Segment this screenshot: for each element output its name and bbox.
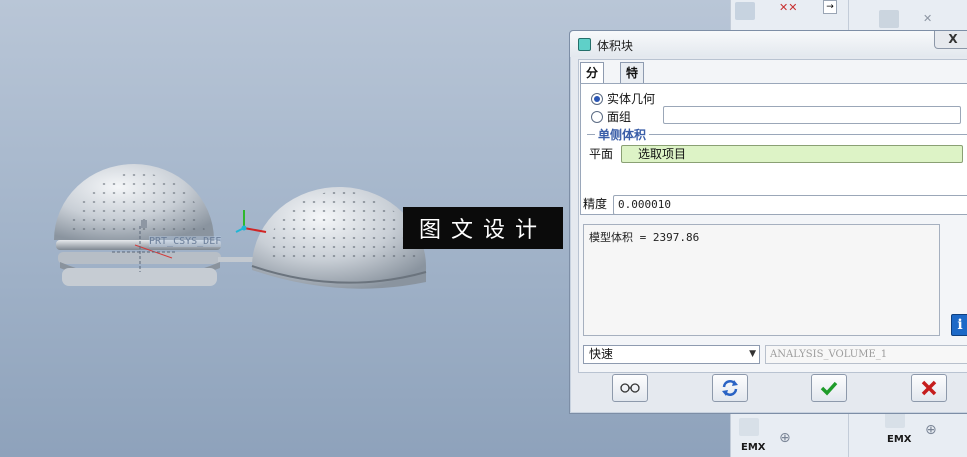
cancel-button[interactable] — [911, 374, 947, 402]
dialog-button-row — [578, 371, 967, 411]
preview-button[interactable] — [612, 374, 648, 402]
repeat-button[interactable] — [712, 374, 748, 402]
axis-icon[interactable]: ✕ — [923, 12, 932, 25]
quilt-field[interactable] — [663, 106, 961, 124]
tab-analysis[interactable]: 分析 — [580, 62, 605, 100]
radio-quilt-row[interactable]: 面组 — [591, 108, 631, 125]
dialog-titlebar[interactable]: 体积块 X — [570, 31, 967, 57]
left-dome-part — [54, 164, 221, 286]
connector-part — [218, 257, 256, 262]
one-sided-volume-group: 单侧体积 平面 选取项目 — [587, 126, 967, 175]
ok-button[interactable] — [811, 374, 847, 402]
right-dome-part — [251, 186, 427, 289]
mode-select-value: 快速 — [589, 347, 614, 361]
chevron-down-icon: ▼ — [749, 349, 756, 359]
radio-quilt-label: 面组 — [607, 110, 632, 124]
datum-icon-2[interactable]: ⊕ — [925, 422, 937, 438]
watermark-banner: 图文设计 — [403, 207, 563, 249]
volume-dialog: 体积块 X 分析 特征 实体几何 面组 单侧体积 平面 选取项目 精度 0.00… — [569, 30, 967, 414]
cross-mark-icon[interactable]: ✕✕ — [779, 1, 797, 14]
close-button[interactable]: X — [934, 31, 967, 49]
emx-label: EMX — [741, 442, 766, 453]
radio-solid-row[interactable]: 实体几何 — [591, 90, 655, 107]
mode-select[interactable]: 快速 ▼ — [583, 345, 760, 364]
precision-input[interactable]: 0.000010 — [613, 195, 967, 215]
precision-label: 精度 — [583, 197, 608, 211]
tool-icon-2[interactable] — [879, 10, 899, 28]
plane-label: 平面 — [589, 147, 614, 161]
radio-quilt[interactable] — [591, 110, 603, 123]
emx-tool-icon[interactable] — [739, 418, 759, 436]
radio-solid[interactable] — [591, 92, 603, 105]
tab-feature[interactable]: 特征 — [620, 62, 645, 100]
emx-label-2: EMX — [887, 434, 912, 445]
dialog-title: 体积块 — [597, 39, 634, 53]
analysis-name-field[interactable]: ANALYSIS_VOLUME_1 — [765, 345, 967, 364]
dialog-app-icon — [578, 38, 591, 51]
csys-label: PRT_CSYS_DEF — [149, 236, 222, 247]
datum-icon[interactable]: ⊕ — [779, 430, 791, 446]
info-button[interactable]: i — [951, 314, 967, 336]
result-text-area: 模型体积 = 2397.86 — [583, 224, 940, 336]
glasses-icon — [620, 383, 640, 393]
expand-icon[interactable]: → — [823, 0, 837, 14]
group-title: 单侧体积 — [595, 126, 650, 143]
radio-solid-label: 实体几何 — [607, 92, 656, 106]
ok-icon — [820, 381, 838, 396]
repeat-icon — [722, 380, 738, 396]
tool-icon[interactable] — [735, 2, 755, 20]
plane-select-field[interactable]: 选取项目 — [621, 145, 963, 163]
cancel-icon — [921, 380, 937, 396]
